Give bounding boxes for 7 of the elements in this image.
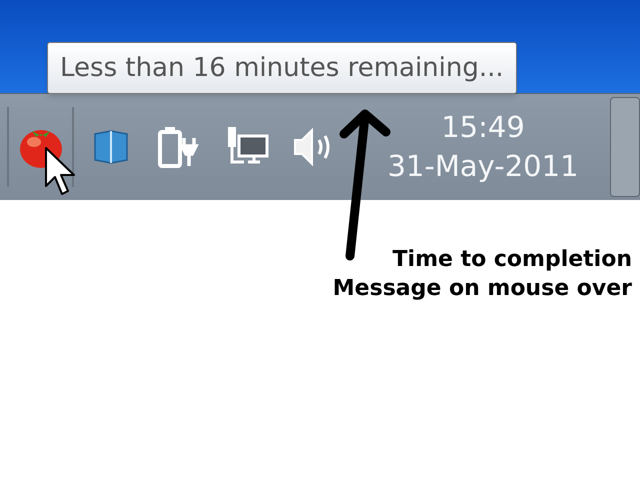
annotation-text: Time to completion (392, 246, 632, 274)
book-icon[interactable] (92, 128, 130, 166)
tooltip: Less than 16 minutes remaining... (47, 42, 517, 94)
annotation-text: Message on mouse over (332, 275, 632, 303)
clock-time: 15:49 (441, 113, 525, 142)
mouse-cursor-icon (44, 146, 78, 198)
clock-date: 31-May-2011 (387, 152, 579, 181)
